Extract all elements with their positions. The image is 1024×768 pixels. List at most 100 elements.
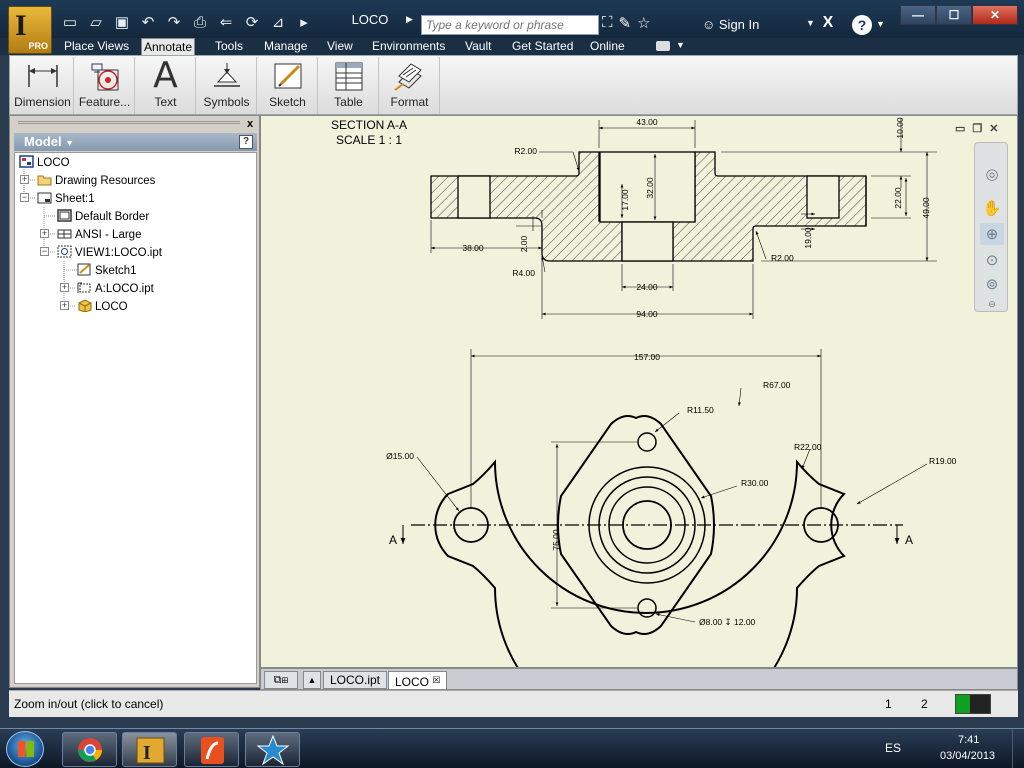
tab-view[interactable]: View [325, 38, 355, 55]
sign-in-dropdown-icon[interactable]: ▼ [806, 18, 815, 28]
doc-tab-loco[interactable]: LOCO ☒ [388, 671, 448, 689]
symbols-button[interactable]: Symbols [197, 57, 257, 114]
tab-online[interactable]: Online [588, 38, 627, 55]
document-list-icon[interactable]: ▲ [303, 671, 321, 689]
show-desktop-button[interactable] [1012, 729, 1024, 768]
doc-close-icon[interactable]: ✕ [989, 122, 998, 135]
drawing-canvas[interactable]: 43.00 10.00 R2.00 17.00 32.00 22.00 49.0… [260, 115, 1018, 668]
expand-section-view-icon[interactable]: + [60, 283, 69, 292]
svg-text:I: I [143, 742, 151, 764]
tab-annotate[interactable]: Annotate [141, 38, 196, 55]
sketch-icon [274, 63, 301, 89]
collapse-sheet-icon[interactable]: − [20, 193, 29, 202]
taskbar-chrome[interactable] [62, 732, 117, 767]
zoom-icon[interactable]: ⊕ [980, 223, 1004, 245]
tree-item-default-border[interactable]: Default Border [57, 208, 149, 226]
doc-tab-close-icon[interactable]: ☒ [432, 675, 440, 685]
expand-drawing-resources-icon[interactable]: + [20, 175, 29, 184]
help-icon[interactable]: ? [852, 15, 872, 35]
exchange-x-icon[interactable]: X [818, 14, 838, 34]
format-button[interactable]: Format [380, 57, 440, 114]
tab-manage[interactable]: Manage [262, 38, 309, 55]
collapse-view1-icon[interactable]: − [40, 247, 49, 256]
taskbar-inventor[interactable]: I [122, 732, 177, 767]
table-icon [335, 62, 362, 91]
tree-item-drawing-resources[interactable]: Drawing Resources [37, 172, 155, 190]
taskbar-pdf[interactable] [184, 732, 239, 767]
dim-r30: R30.00 [741, 478, 769, 488]
tree-item-loco-part[interactable]: LOCO [77, 298, 128, 316]
tree-item-loco-drawing[interactable]: LOCO [19, 154, 70, 172]
qat-more-icon[interactable]: ▸ [292, 13, 316, 33]
sign-in-link[interactable]: ☺ Sign In [702, 17, 759, 32]
expand-title-block-icon[interactable]: + [40, 229, 49, 238]
dim-75: 75.00 [551, 529, 561, 551]
status-message: Zoom in/out (click to cancel) [14, 697, 164, 711]
tab-environments[interactable]: Environments [370, 38, 447, 55]
save-icon[interactable]: ▣ [110, 13, 134, 33]
close-button[interactable]: ✕ [972, 5, 1018, 25]
status-meter [955, 694, 991, 714]
navbar-options-icon[interactable]: ⊖ [980, 293, 1004, 315]
browser-grip[interactable] [18, 121, 240, 124]
tree-item-view1[interactable]: VIEW1:LOCO.ipt [57, 244, 162, 262]
left-bolt-hole-section [457, 175, 491, 219]
zoom-all-icon[interactable]: ⊚ [980, 273, 1004, 295]
steering-wheel-icon[interactable]: ◎ [980, 163, 1004, 185]
measure-icon[interactable]: ⊿ [266, 13, 290, 33]
clock-time[interactable]: 7:41 [958, 734, 979, 746]
ribbon-minimize-icon[interactable] [656, 41, 670, 51]
binoculars-icon[interactable]: ⛶ [602, 14, 613, 32]
document-window-controls: ▭ ❐ ✕ [955, 122, 999, 135]
start-button[interactable] [6, 731, 44, 767]
minimize-button[interactable]: — [900, 5, 936, 25]
dimension-button[interactable]: Dimension [12, 57, 74, 114]
update-icon[interactable]: ⟳ [240, 13, 264, 33]
search-input[interactable] [421, 15, 599, 35]
tab-vault[interactable]: Vault [463, 38, 493, 55]
sketch-button[interactable]: Sketch [258, 57, 318, 114]
table-button[interactable]: Table [319, 57, 379, 114]
dim-r22: R22.00 [794, 442, 822, 452]
dim-dia8-depth12: Ø8.00 ↧ 12.00 [699, 617, 756, 627]
title-arrow-icon[interactable]: ▶ [406, 14, 413, 25]
text-button[interactable]: A Text [136, 57, 196, 114]
tree-item-sketch1[interactable]: Sketch1 [77, 262, 137, 280]
wrench-icon[interactable]: ✎ [619, 14, 632, 32]
open-icon[interactable]: ▱ [84, 13, 108, 33]
redo-icon[interactable]: ↷ [162, 13, 186, 33]
maximize-button[interactable]: ☐ [936, 5, 972, 25]
browser-help-button[interactable]: ? [239, 135, 253, 149]
dim-32: 32.00 [645, 177, 655, 199]
browser-header[interactable]: Model ▼ [14, 133, 257, 151]
tree-item-ansi-large[interactable]: ANSI - Large [57, 226, 141, 244]
language-indicator[interactable]: ES [885, 741, 901, 755]
doc-tab-loco-ipt[interactable]: LOCO.ipt [323, 671, 388, 689]
tab-place-views[interactable]: Place Views [62, 38, 131, 55]
expand-part-icon[interactable]: + [60, 301, 69, 310]
undo-icon[interactable]: ↶ [136, 13, 160, 33]
clock-date[interactable]: 03/04/2013 [940, 750, 995, 762]
ribbon-options-icon[interactable]: ▼ [676, 40, 685, 50]
tree-item-sheet[interactable]: Sheet:1 [37, 190, 95, 208]
favorites-star-icon[interactable]: ☆ [637, 14, 650, 32]
tab-tools[interactable]: Tools [213, 38, 245, 55]
taskbar-star-app[interactable] [245, 732, 300, 767]
zoom-window-icon[interactable]: ⊙ [980, 249, 1004, 271]
tab-get-started[interactable]: Get Started [510, 38, 575, 55]
tree-item-section-view[interactable]: A:LOCO.ipt [77, 280, 154, 298]
return-icon[interactable]: ⇐ [214, 13, 238, 33]
browser-close-button[interactable]: x [247, 118, 253, 130]
drawing-sheet[interactable]: 43.00 10.00 R2.00 17.00 32.00 22.00 49.0… [261, 116, 1018, 668]
dim-r19: R19.00 [929, 456, 957, 466]
print-icon[interactable]: ⎙ [188, 13, 212, 33]
tile-windows-icon[interactable]: ⧉⊞ [264, 671, 298, 689]
border-icon [57, 209, 72, 222]
application-menu-button[interactable]: I PRO [8, 6, 52, 54]
new-icon[interactable]: ▭ [58, 13, 82, 33]
help-dropdown-icon[interactable]: ▼ [876, 19, 885, 29]
doc-restore-icon[interactable]: ❐ [972, 122, 982, 135]
pan-icon[interactable]: ✋ [980, 197, 1004, 219]
feature-control-button[interactable]: Feature... [75, 57, 135, 114]
doc-minimize-icon[interactable]: ▭ [955, 122, 965, 135]
